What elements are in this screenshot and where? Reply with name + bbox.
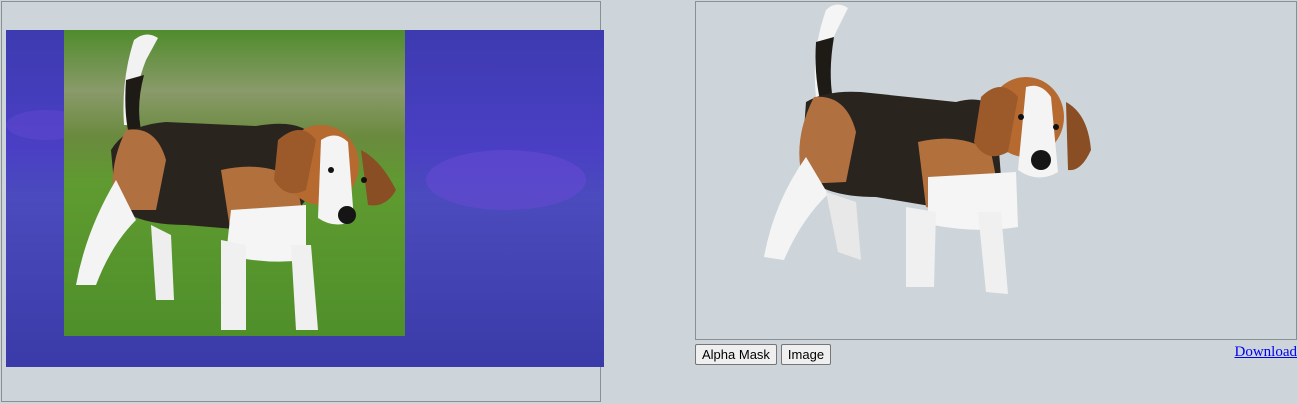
alpha-mask-button[interactable]: Alpha Mask xyxy=(695,344,777,365)
masked-source-image xyxy=(6,30,604,367)
source-panel xyxy=(1,1,604,402)
image-button[interactable]: Image xyxy=(780,344,832,365)
view-toggle-controls: Alpha Mask Image xyxy=(695,344,832,365)
result-panel xyxy=(695,1,1297,340)
beagle-cutout xyxy=(764,4,1091,294)
beagle-photo-with-mask xyxy=(6,30,604,367)
download-link[interactable]: Download xyxy=(1235,344,1298,361)
